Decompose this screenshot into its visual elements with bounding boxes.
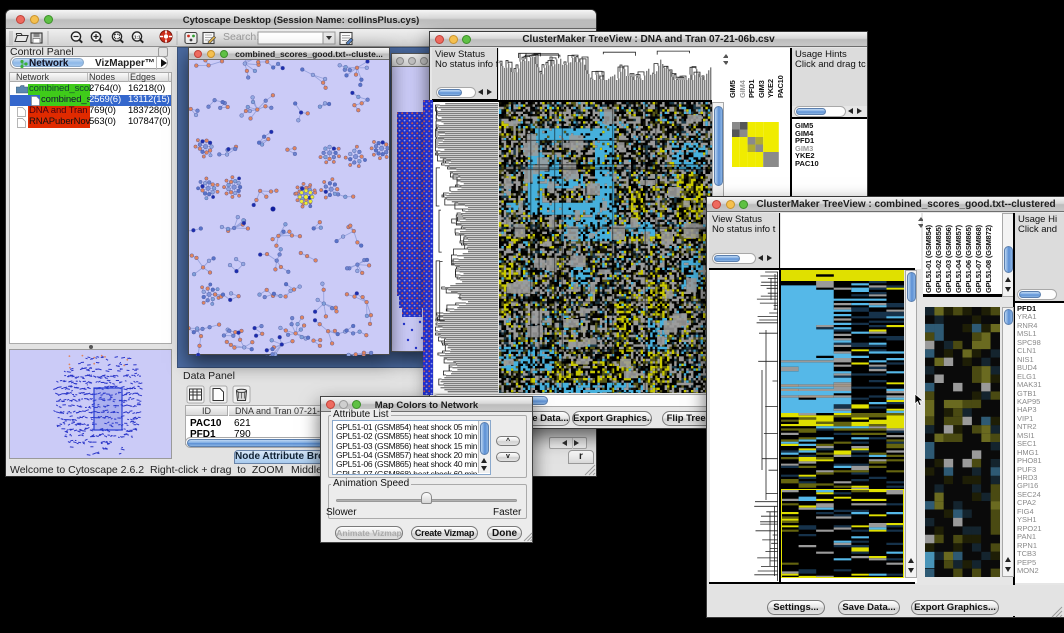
svg-text:Search:: Search:	[223, 31, 259, 43]
svg-text:1:1: 1:1	[134, 35, 141, 40]
